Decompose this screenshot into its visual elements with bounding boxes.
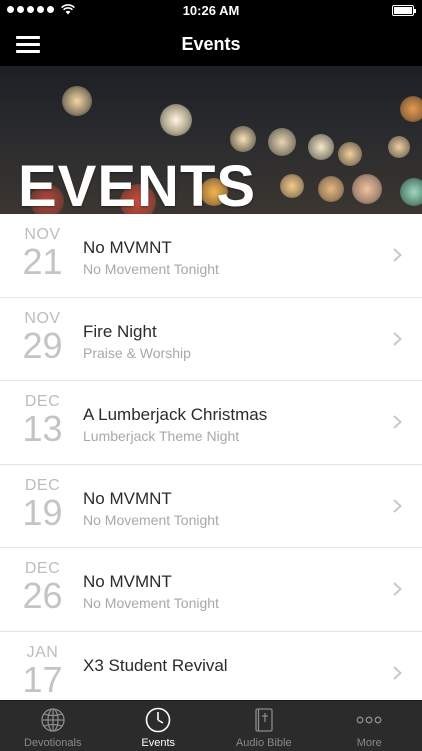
event-name: X3 Student Revival xyxy=(83,656,382,676)
tab-devotionals[interactable]: Devotionals xyxy=(0,701,106,751)
event-subtitle: No Movement Tonight xyxy=(83,511,382,529)
event-day: 19 xyxy=(15,495,70,531)
event-row[interactable]: DEC 26 No MVMNT No Movement Tonight xyxy=(0,548,422,632)
more-dots-icon xyxy=(355,706,383,734)
battery-icon xyxy=(392,5,414,16)
event-row[interactable]: JAN 17 X3 Student Revival xyxy=(0,632,422,701)
tab-audio-bible[interactable]: Audio Bible xyxy=(211,701,317,751)
event-name: No MVMNT xyxy=(83,489,382,509)
hero-banner: EVENTS xyxy=(0,66,422,214)
globe-icon xyxy=(39,706,67,734)
clock-icon xyxy=(144,706,172,734)
tab-bar: Devotionals Events Audio Bible xyxy=(0,700,422,751)
event-subtitle: No Movement Tonight xyxy=(83,594,382,612)
chevron-right-icon xyxy=(393,666,402,680)
chevron-right-icon xyxy=(393,582,402,596)
event-name: A Lumberjack Christmas xyxy=(83,405,382,425)
event-date: DEC 26 xyxy=(15,560,70,614)
event-subtitle: No Movement Tonight xyxy=(83,260,382,278)
bible-icon xyxy=(250,706,278,734)
tab-more[interactable]: More xyxy=(317,701,422,751)
event-row[interactable]: NOV 29 Fire Night Praise & Worship xyxy=(0,298,422,382)
event-row[interactable]: DEC 13 A Lumberjack Christmas Lumberjack… xyxy=(0,381,422,465)
event-subtitle: Praise & Worship xyxy=(83,344,382,362)
chevron-right-icon xyxy=(393,415,402,429)
event-subtitle: Lumberjack Theme Night xyxy=(83,427,382,445)
status-bar: 10:26 AM xyxy=(0,0,422,22)
status-time: 10:26 AM xyxy=(0,3,422,18)
event-date: NOV 21 xyxy=(15,226,70,280)
event-day: 21 xyxy=(15,244,70,280)
hero-title: EVENTS xyxy=(18,158,256,214)
tab-label: More xyxy=(317,737,422,749)
tab-events[interactable]: Events xyxy=(106,701,212,751)
event-name: Fire Night xyxy=(83,322,382,342)
tab-label: Events xyxy=(106,737,212,749)
nav-bar: Events xyxy=(0,22,422,66)
event-date: DEC 13 xyxy=(15,393,70,447)
event-date: JAN 17 xyxy=(15,644,70,698)
events-list: NOV 21 No MVMNT No Movement Tonight NOV … xyxy=(0,214,422,700)
page-title: Events xyxy=(0,34,422,55)
event-day: 29 xyxy=(15,328,70,364)
event-date: DEC 19 xyxy=(15,477,70,531)
tab-label: Audio Bible xyxy=(211,737,317,749)
chevron-right-icon xyxy=(393,248,402,262)
event-name: No MVMNT xyxy=(83,238,382,258)
event-day: 17 xyxy=(15,662,70,698)
event-day: 26 xyxy=(15,578,70,614)
event-name: No MVMNT xyxy=(83,572,382,592)
event-row[interactable]: NOV 21 No MVMNT No Movement Tonight xyxy=(0,214,422,298)
event-date: NOV 29 xyxy=(15,310,70,364)
tab-label: Devotionals xyxy=(0,737,106,749)
event-row[interactable]: DEC 19 No MVMNT No Movement Tonight xyxy=(0,465,422,549)
event-day: 13 xyxy=(15,411,70,447)
chevron-right-icon xyxy=(393,332,402,346)
chevron-right-icon xyxy=(393,499,402,513)
